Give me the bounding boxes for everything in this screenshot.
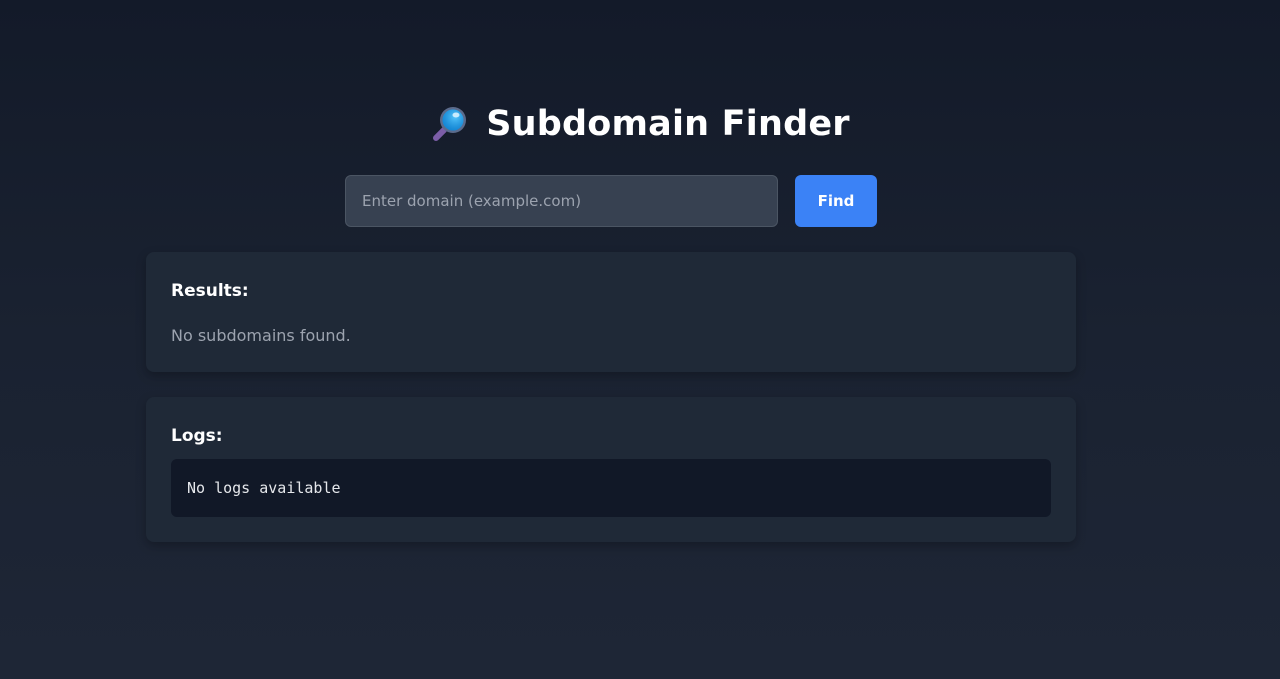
log-output: No logs available [171, 459, 1051, 517]
magnifier-icon [430, 104, 470, 144]
log-text: No logs available [187, 479, 341, 497]
results-heading: Results: [171, 281, 249, 301]
title-group: Subdomain Finder [430, 104, 850, 144]
page-title: Subdomain Finder [486, 104, 850, 144]
logs-heading: Logs: [171, 426, 223, 446]
search-form: Find [345, 175, 877, 227]
page-header: Subdomain Finder [0, 100, 1280, 148]
results-empty-message: No subdomains found. [171, 326, 351, 345]
results-panel: Results: No subdomains found. [146, 252, 1076, 372]
find-button[interactable]: Find [795, 175, 877, 227]
domain-input[interactable] [345, 175, 778, 227]
logs-panel: Logs: No logs available [146, 397, 1076, 542]
